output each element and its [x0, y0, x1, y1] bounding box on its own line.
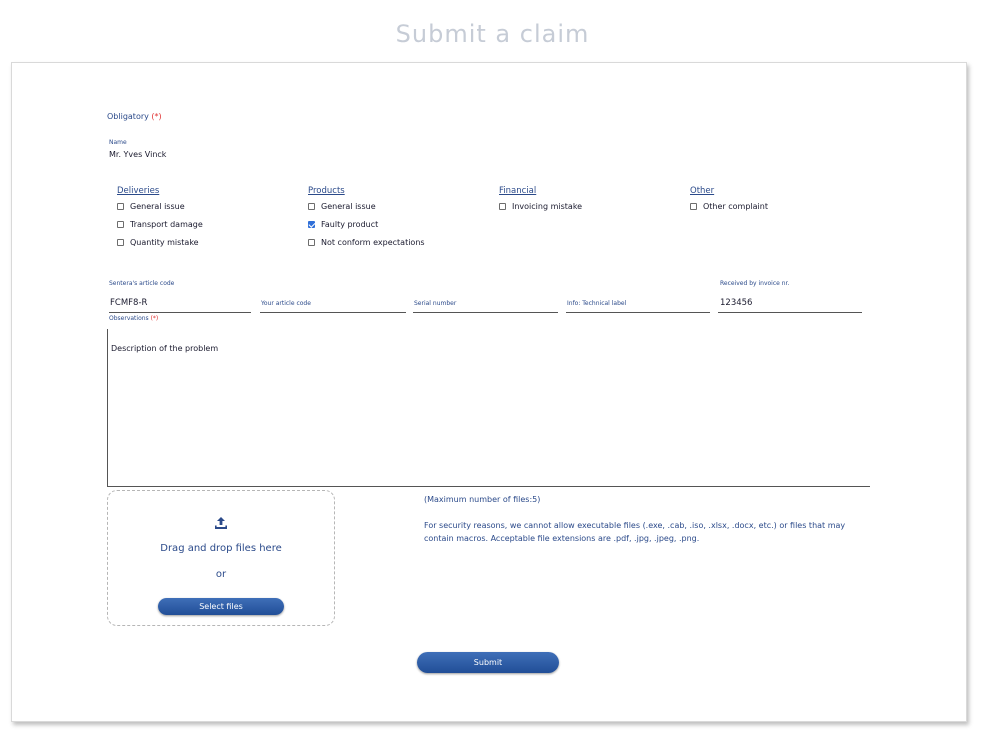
serial-number-placeholder: Serial number	[414, 300, 457, 307]
checkbox-label: Transport damage	[130, 220, 203, 229]
select-files-button[interactable]: Select files	[158, 598, 284, 615]
checkbox-checked-icon[interactable]	[308, 221, 315, 228]
name-value: Mr. Yves Vinck	[109, 150, 167, 159]
article-code-value: FCMF8-R	[110, 298, 148, 308]
drag-drop-text: Drag and drop files here	[160, 543, 282, 554]
upload-icon	[215, 517, 227, 529]
checkbox-icon[interactable]	[117, 221, 124, 228]
category-title-other[interactable]: Other	[690, 186, 768, 196]
your-article-code-placeholder: Your article code	[261, 300, 311, 307]
checkbox-label: Invoicing mistake	[512, 202, 583, 211]
technical-label-placeholder: Info: Technical label	[567, 300, 627, 307]
checkbox-icon[interactable]	[308, 203, 315, 210]
your-article-code-input[interactable]: Your article code	[260, 293, 406, 313]
checkbox-icon[interactable]	[308, 239, 315, 246]
obligatory-note: Obligatory (*)	[107, 112, 162, 121]
security-note: For security reasons, we cannot allow ex…	[424, 521, 846, 543]
checkbox-faulty-product[interactable]: Faulty product	[308, 220, 425, 229]
name-label: Name	[109, 139, 127, 146]
checkbox-general-issue-products[interactable]: General issue	[308, 202, 425, 211]
invoice-number-value: 123456	[720, 298, 753, 308]
checkbox-label: Faulty product	[321, 220, 379, 229]
category-other: Other Other complaint	[690, 186, 768, 211]
observations-label-text: Observations	[109, 315, 149, 322]
article-code-input[interactable]: FCMF8-R	[109, 293, 251, 313]
submit-button[interactable]: Submit	[417, 652, 559, 673]
checkbox-transport-damage[interactable]: Transport damage	[117, 220, 203, 229]
invoice-number-input[interactable]: 123456	[718, 293, 862, 313]
technical-label-input[interactable]: Info: Technical label	[566, 293, 710, 313]
category-products: Products General issue Faulty product No…	[308, 186, 425, 247]
file-dropzone[interactable]: Drag and drop files here or Select files	[107, 490, 335, 626]
checkbox-icon[interactable]	[690, 203, 697, 210]
required-marker: (*)	[150, 315, 159, 322]
checkbox-icon[interactable]	[499, 203, 506, 210]
required-marker: (*)	[151, 112, 162, 121]
invoice-label: Received by invoice nr.	[720, 280, 790, 287]
obligatory-label: Obligatory	[107, 112, 149, 121]
category-title-products[interactable]: Products	[308, 186, 425, 196]
checkbox-quantity-mistake[interactable]: Quantity mistake	[117, 238, 203, 247]
checkbox-not-conform-expectations[interactable]: Not conform expectations	[308, 238, 425, 247]
checkbox-label: Other complaint	[703, 202, 768, 211]
or-text: or	[215, 569, 227, 580]
page-title: Submit a claim	[395, 20, 590, 48]
serial-number-input[interactable]: Serial number	[413, 293, 558, 313]
article-code-label: Sentera's article code	[109, 280, 175, 287]
checkbox-general-issue-deliveries[interactable]: General issue	[117, 202, 203, 211]
checkbox-label: Not conform expectations	[321, 238, 425, 247]
checkbox-icon[interactable]	[117, 239, 124, 246]
observations-textarea[interactable]: Description of the problem	[107, 329, 870, 487]
checkbox-icon[interactable]	[117, 203, 124, 210]
observations-text: Description of the problem	[111, 344, 219, 353]
category-title-financial[interactable]: Financial	[499, 186, 582, 196]
checkbox-label: General issue	[321, 202, 376, 211]
observations-label: Observations (*)	[109, 315, 158, 322]
category-deliveries: Deliveries General issue Transport damag…	[117, 186, 203, 247]
category-financial: Financial Invoicing mistake	[499, 186, 582, 211]
checkbox-label: Quantity mistake	[130, 238, 199, 247]
checkbox-other-complaint[interactable]: Other complaint	[690, 202, 768, 211]
max-files-note: (Maximum number of files:5)	[424, 495, 541, 504]
checkbox-label: General issue	[130, 202, 185, 211]
category-title-deliveries[interactable]: Deliveries	[117, 186, 203, 196]
claim-form: Obligatory (*) Name Mr. Yves Vinck Deliv…	[11, 62, 967, 722]
checkbox-invoicing-mistake[interactable]: Invoicing mistake	[499, 202, 582, 211]
